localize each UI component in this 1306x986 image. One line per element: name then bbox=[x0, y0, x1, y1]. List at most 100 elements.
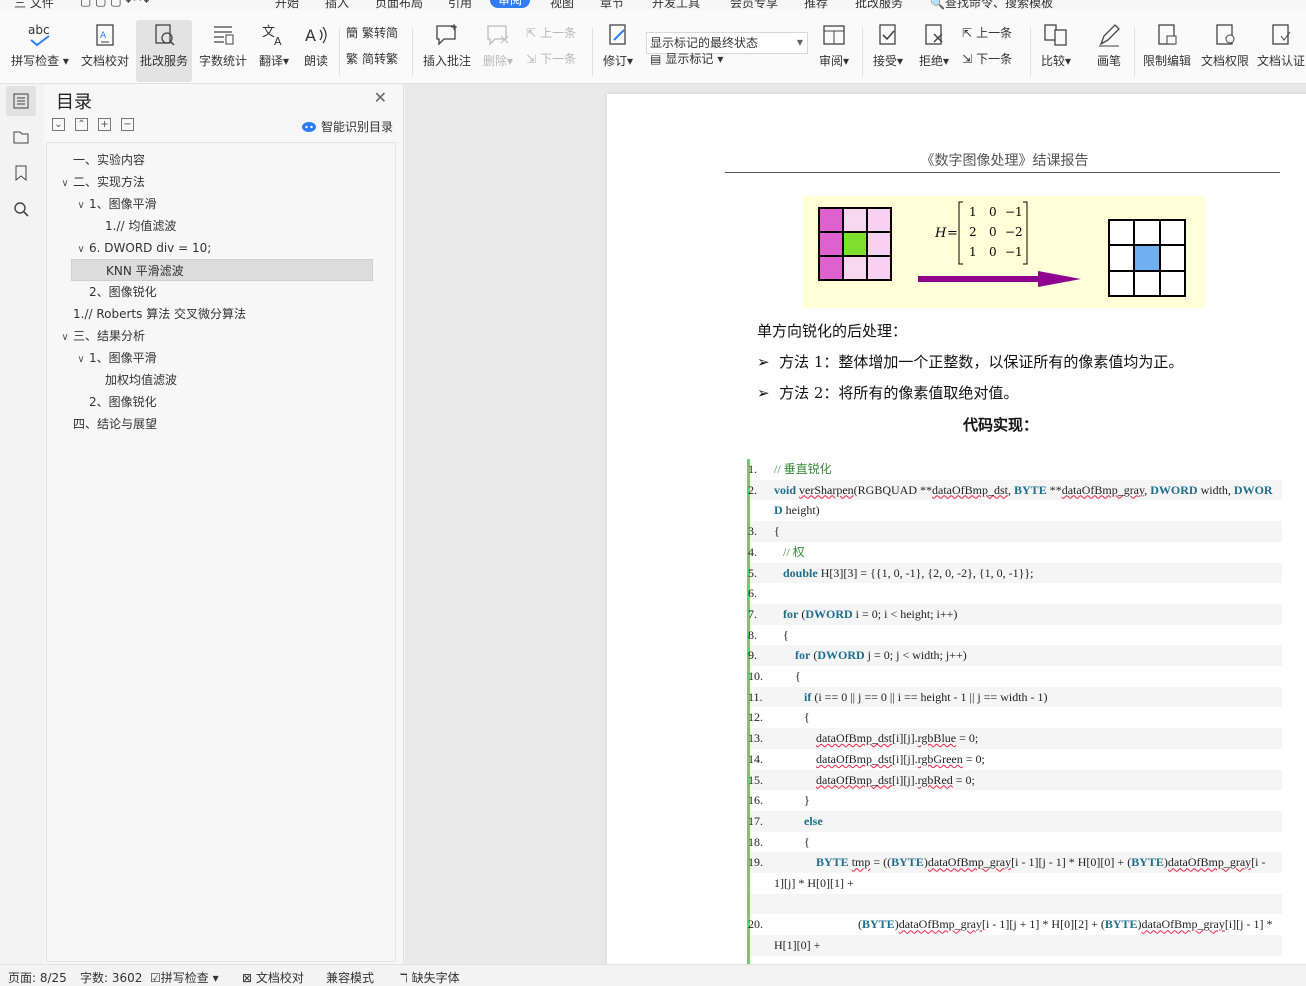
ribbon-separator bbox=[1030, 28, 1031, 76]
search-command[interactable]: 🔍查找命令、搜索模板 bbox=[930, 0, 1053, 10]
word-count-status[interactable]: 字数: 3602 bbox=[80, 969, 142, 986]
code-line: 16. } bbox=[748, 790, 1282, 811]
code-text: // 权 bbox=[783, 544, 805, 559]
next-comment-button[interactable]: ⇲ 下一条 bbox=[526, 50, 576, 67]
code-line: 8. { bbox=[748, 625, 1282, 646]
page-indicator[interactable]: 页面: 8/25 bbox=[8, 969, 67, 986]
line-number: 7. bbox=[748, 606, 757, 621]
doc-permission-button[interactable]: 文档权限 bbox=[1198, 20, 1252, 82]
equals-sign: = bbox=[947, 226, 958, 241]
remove-heading-icon[interactable]: − bbox=[121, 118, 134, 131]
code-text: 1][j] * H[0][1] + bbox=[774, 876, 854, 891]
toc-item[interactable]: 加权均值滤波 bbox=[89, 369, 177, 391]
tab-review-service[interactable]: 批改服务 bbox=[855, 0, 903, 10]
toc-item[interactable]: ∨ 6. DWORD div = 10; bbox=[73, 237, 211, 259]
search-panel-button[interactable] bbox=[6, 194, 36, 224]
code-line bbox=[750, 893, 1282, 915]
doc-proof-button[interactable]: A 文档校对 bbox=[78, 20, 132, 82]
proof-status[interactable]: ⊠ 文档校对 bbox=[242, 969, 304, 986]
sharpen-figure: H = 1 0 −1 2 0 −2 1 0 −1 bbox=[803, 196, 1205, 308]
code-title: 代码实现： bbox=[963, 416, 1039, 434]
reject-button[interactable]: 拒绝▾ bbox=[914, 20, 954, 82]
tab-chapter[interactable]: 章节 bbox=[600, 0, 624, 10]
review-pane-button[interactable]: 审阅▾ bbox=[814, 20, 854, 82]
close-icon[interactable]: ✕ bbox=[374, 88, 387, 107]
line-number: 16. bbox=[748, 793, 763, 808]
review-service-button[interactable]: 批改服务 bbox=[136, 20, 192, 82]
word-count-button[interactable]: 字数统计 bbox=[196, 20, 250, 82]
toc-item[interactable]: 1.// 均值滤波 bbox=[89, 215, 176, 237]
matrix-h-label: H bbox=[934, 226, 947, 241]
read-aloud-button[interactable]: A 朗读 bbox=[298, 20, 334, 82]
prev-change-button[interactable]: ⇱ 上一条 bbox=[962, 24, 1012, 41]
toc-icon bbox=[13, 93, 29, 109]
bookmark-panel-button[interactable] bbox=[6, 158, 36, 188]
track-changes-button[interactable]: 修订▾ bbox=[598, 20, 638, 82]
code-text: (BYTE)dataOfBmp_gray[i - 1][j + 1] * H[0… bbox=[774, 917, 1273, 932]
toc-item[interactable]: 2、图像锐化 bbox=[73, 391, 157, 413]
ribbon-separator bbox=[862, 28, 863, 76]
toc-item[interactable]: ∨ 二、实现方法 bbox=[57, 171, 145, 193]
compare-icon bbox=[1044, 24, 1067, 46]
trad-icon: 簡 bbox=[346, 26, 359, 40]
chevron-down-icon[interactable]: ∨ bbox=[73, 195, 89, 217]
restrict-edit-button[interactable]: 限制编辑 bbox=[1140, 20, 1194, 82]
chevron-down-icon[interactable]: ∨ bbox=[57, 327, 73, 349]
tab-recommend[interactable]: 推荐 bbox=[804, 0, 828, 10]
tab-view[interactable]: 视图 bbox=[550, 0, 574, 10]
accept-button[interactable]: 接受▾ bbox=[868, 20, 908, 82]
toc-item[interactable]: KNN 平滑滤波 bbox=[71, 259, 373, 281]
toc-item[interactable]: 1.// Roberts 算法 交叉微分算法 bbox=[57, 303, 246, 325]
file-menu[interactable]: 三 文件 bbox=[14, 0, 54, 10]
translate-button[interactable]: 文A 翻译▾ bbox=[254, 20, 294, 82]
tab-insert[interactable]: 插入 bbox=[325, 0, 349, 10]
toc-item[interactable]: 一、实验内容 bbox=[57, 149, 145, 171]
bullet-item: ➢ 方法 2：将所有的像素值取绝对值。 bbox=[757, 384, 1019, 402]
chevron-down-icon[interactable]: ∨ bbox=[57, 173, 73, 195]
trad-to-simp-button[interactable]: 簡繁转简 bbox=[346, 24, 398, 41]
toc-item[interactable]: ∨ 1、图像平滑 bbox=[73, 193, 156, 217]
tab-member[interactable]: 会员专享 bbox=[730, 0, 778, 10]
tab-review[interactable]: 审阅 bbox=[490, 0, 531, 8]
tab-home[interactable]: 开始 bbox=[275, 0, 299, 10]
compat-mode: 兼容模式 bbox=[326, 971, 375, 985]
chevron-down-icon[interactable]: ∨ bbox=[73, 349, 89, 371]
toc-panel-button[interactable] bbox=[6, 86, 36, 116]
arrow-bullet-icon: ➢ bbox=[757, 353, 780, 371]
missing-font-status[interactable]: ℸ 缺失字体 bbox=[400, 969, 460, 986]
certificate-icon bbox=[1272, 24, 1291, 45]
delete-comment-button[interactable]: 删除▾ bbox=[478, 20, 518, 82]
tab-references[interactable]: 引用 bbox=[448, 0, 472, 10]
code-line: 2. void verSharpen(RGBQUAD **dataOfBmp_ds… bbox=[748, 479, 1282, 501]
compare-button[interactable]: 比较▾ bbox=[1036, 20, 1076, 82]
line-number: 19. bbox=[748, 855, 763, 870]
prev-comment-button[interactable]: ⇱ 上一条 bbox=[526, 24, 576, 41]
line-number: 4. bbox=[748, 544, 757, 559]
tab-developer[interactable]: 开发工具 bbox=[652, 0, 700, 10]
add-heading-icon[interactable]: + bbox=[98, 118, 111, 131]
spell-check-status[interactable]: ☑拼写检查 ▾ bbox=[150, 969, 219, 986]
collapse-all-icon[interactable]: ⌄ bbox=[52, 118, 65, 131]
toc-item[interactable]: ∨ 1、图像平滑 bbox=[73, 347, 156, 371]
ink-button[interactable]: 画笔 bbox=[1090, 20, 1128, 82]
toc-item-label: 2、图像锐化 bbox=[89, 395, 157, 409]
insert-comment-button[interactable]: 插入批注 bbox=[420, 20, 474, 82]
smart-toc-button[interactable]: 智能识别目录 bbox=[301, 118, 393, 135]
code-text: void verSharpen(RGBQUAD **dataOfBmp_dst,… bbox=[774, 482, 1273, 497]
expand-up-icon[interactable]: ⌃ bbox=[75, 118, 88, 131]
quick-access-icons[interactable]: ▢ ▢ ▢ ↶ ↷ bbox=[80, 0, 149, 8]
toc-item[interactable]: ∨ 三、结果分析 bbox=[57, 325, 145, 347]
spell-check-button[interactable]: abc 拼写检查 ▾ bbox=[8, 20, 72, 82]
toc-item-label: 二、实现方法 bbox=[73, 175, 146, 189]
chevron-down-icon[interactable]: ∨ bbox=[73, 239, 89, 261]
simp-to-trad-button[interactable]: 繁简转繁 bbox=[346, 50, 398, 67]
code-line: 20. (BYTE)dataOfBmp_gray[i - 1][j + 1] *… bbox=[748, 914, 1282, 935]
toc-item[interactable]: 四、结论与展望 bbox=[57, 413, 157, 435]
next-change-button[interactable]: ⇲ 下一条 bbox=[962, 50, 1012, 67]
tab-layout[interactable]: 页面布局 bbox=[375, 0, 423, 10]
show-marks-button[interactable]: ▤ 显示标记 ▾ bbox=[650, 50, 723, 67]
doc-cert-button[interactable]: 文档认证 bbox=[1256, 20, 1306, 82]
pen-icon bbox=[1099, 24, 1120, 47]
toc-item[interactable]: 2、图像锐化 bbox=[73, 281, 157, 303]
outline-panel-button[interactable] bbox=[6, 122, 36, 152]
